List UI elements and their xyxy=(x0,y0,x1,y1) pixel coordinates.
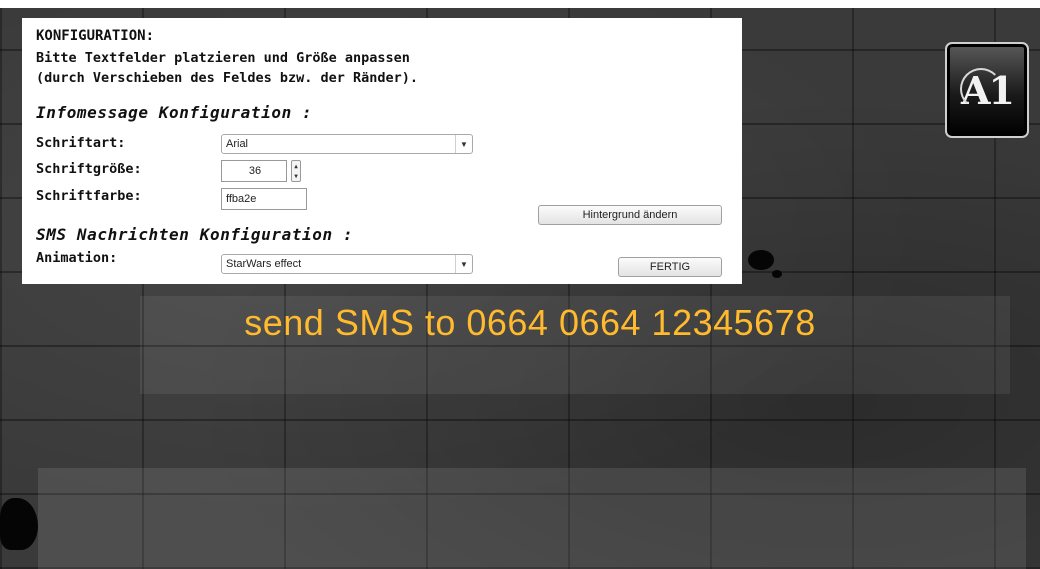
chevron-down-icon[interactable]: ▼ xyxy=(455,135,472,153)
a1-logo: A1 xyxy=(945,42,1029,138)
instruction-line-1: Bitte Textfelder platzieren und Größe an… xyxy=(36,50,410,66)
sms-heading: SMS Nachrichten Konfiguration : xyxy=(36,225,354,244)
top-strip xyxy=(0,0,1040,8)
configuration-panel: KONFIGURATION: Bitte Textfelder platzier… xyxy=(22,18,742,284)
config-title: KONFIGURATION: xyxy=(36,28,155,44)
stepper-down-icon[interactable]: ▼ xyxy=(294,173,298,180)
font-size-stepper[interactable]: ▲ ▼ xyxy=(291,160,301,182)
chevron-down-icon[interactable]: ▼ xyxy=(455,255,472,273)
infomessage-heading: Infomessage Konfiguration : xyxy=(36,103,313,122)
paint-splatter xyxy=(772,270,782,278)
font-color-input[interactable]: ffba2e xyxy=(221,188,307,210)
color-label: Schriftfarbe: xyxy=(36,188,142,204)
font-select[interactable]: Arial ▼ xyxy=(221,134,473,154)
font-select-value: Arial xyxy=(226,138,249,150)
bottom-text-area[interactable] xyxy=(38,468,1026,569)
font-size-value: 36 xyxy=(248,165,262,177)
stepper-up-icon[interactable]: ▲ xyxy=(294,163,298,170)
sms-message-text[interactable]: send SMS to 0664 0664 12345678 xyxy=(0,302,1040,344)
done-button[interactable]: FERTIG xyxy=(618,257,722,277)
instruction-line-2: (durch Verschieben des Feldes bzw. der R… xyxy=(36,70,419,86)
animation-select[interactable]: StarWars effect ▼ xyxy=(221,254,473,274)
animation-label: Animation: xyxy=(36,250,118,266)
animation-select-value: StarWars effect xyxy=(226,258,302,270)
logo-ring-icon xyxy=(960,68,1002,110)
font-color-value: ffba2e xyxy=(226,193,257,205)
change-background-button[interactable]: Hintergrund ändern xyxy=(538,205,722,225)
size-label: Schriftgröße: xyxy=(36,161,142,177)
paint-splatter xyxy=(748,250,774,270)
font-size-input[interactable]: 36 xyxy=(221,160,287,182)
font-label: Schriftart: xyxy=(36,135,126,151)
